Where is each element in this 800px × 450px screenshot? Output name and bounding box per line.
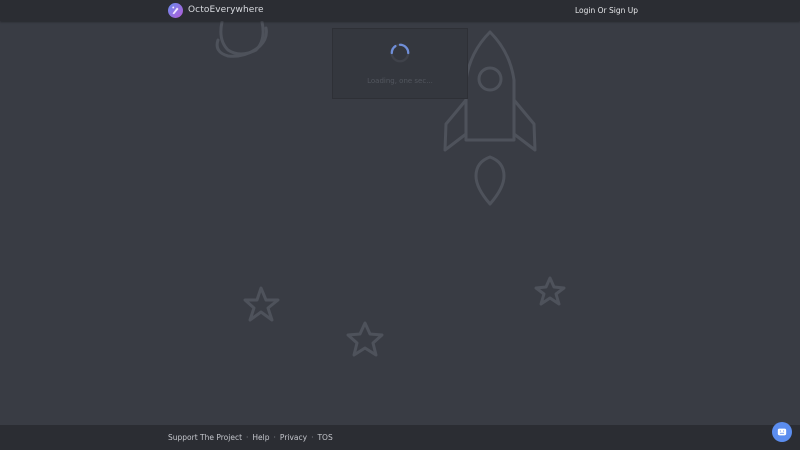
footer-link-support[interactable]: Support The Project <box>168 433 242 443</box>
planet-icon <box>215 20 268 58</box>
page: OctoEverywhere Login Or Sign Up Loading,… <box>0 0 800 450</box>
login-signup-link[interactable]: Login Or Sign Up <box>575 5 638 16</box>
loading-spinner-icon <box>390 43 410 63</box>
loading-dialog: Loading, one sec... <box>332 28 468 99</box>
footer-links: Support The Project · Help · Privacy · T… <box>168 433 333 443</box>
footer-separator: · <box>246 433 249 442</box>
footer-link-help[interactable]: Help <box>252 433 269 443</box>
top-navbar: OctoEverywhere Login Or Sign Up <box>0 0 800 21</box>
octoeverywhere-logo-icon <box>168 3 183 18</box>
footer-link-privacy[interactable]: Privacy <box>280 433 307 443</box>
star-icon <box>534 276 566 306</box>
footer-separator: · <box>273 433 276 442</box>
brand-name: OctoEverywhere <box>188 5 264 15</box>
footer-separator: · <box>311 433 314 442</box>
chat-icon <box>777 428 787 436</box>
star-icon <box>346 321 384 357</box>
chat-button[interactable] <box>772 422 792 442</box>
footer: Support The Project · Help · Privacy · T… <box>0 425 800 450</box>
brand-link[interactable]: OctoEverywhere <box>168 3 264 18</box>
footer-link-tos[interactable]: TOS <box>317 433 332 443</box>
star-icon <box>243 286 280 322</box>
loading-text: Loading, one sec... <box>367 77 433 85</box>
